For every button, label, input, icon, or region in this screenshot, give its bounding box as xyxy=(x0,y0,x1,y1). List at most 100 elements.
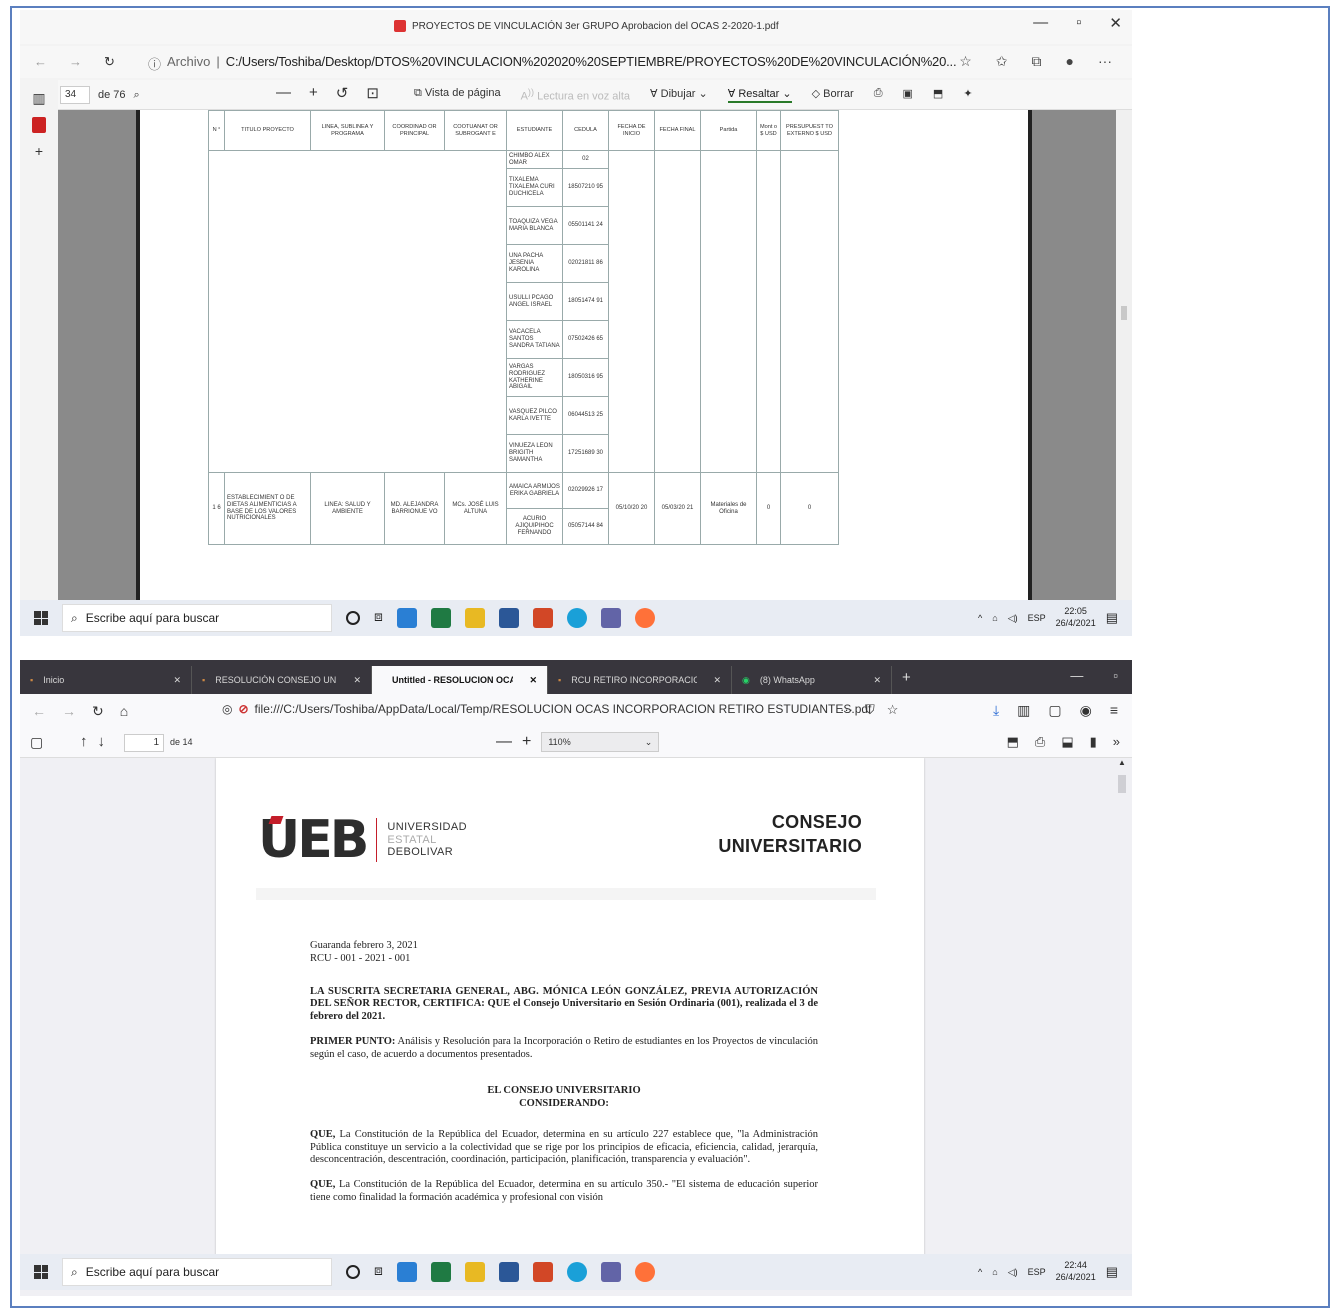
scrollbar[interactable] xyxy=(1116,110,1132,610)
clock[interactable]: 22:44 26/4/2021 xyxy=(1056,1260,1096,1283)
draw-button[interactable]: ∀ Dibujar ⌄ xyxy=(650,87,708,103)
save-icon[interactable]: ⬓ xyxy=(1061,734,1073,750)
browser-tab[interactable]: ▪ Inicio ✕ xyxy=(20,666,192,694)
new-tab-button[interactable]: + xyxy=(902,669,911,686)
more-icon[interactable]: ··· xyxy=(1098,53,1112,70)
presentation-icon[interactable]: ⬒ xyxy=(1007,734,1019,750)
favorite-icon[interactable]: ☆ xyxy=(959,53,972,70)
read-aloud-button[interactable]: A)) Lectura en voz alta xyxy=(521,87,630,103)
forward-icon[interactable]: → xyxy=(62,703,76,720)
print-icon[interactable]: ⎙ xyxy=(1035,734,1045,750)
favorites-list-icon[interactable]: ✩ xyxy=(996,53,1008,70)
maximize-button[interactable]: ▫ xyxy=(1076,14,1081,32)
mail-icon[interactable] xyxy=(396,1262,417,1282)
clock[interactable]: 22:05 26/4/2021 xyxy=(1056,606,1096,629)
collections-icon[interactable]: ⧉ xyxy=(1032,53,1042,70)
powerpoint-icon[interactable] xyxy=(532,608,553,628)
maximize-button[interactable]: ▫ xyxy=(1113,668,1118,683)
task-view-icon[interactable]: ⧈ xyxy=(374,608,383,628)
excel-icon[interactable] xyxy=(430,608,451,628)
print-icon[interactable]: ⎙ xyxy=(874,87,883,103)
sidebar-panel-icon[interactable]: ▥ xyxy=(20,90,58,107)
network-icon[interactable]: ⌂ xyxy=(992,613,997,623)
pdf-tab-icon[interactable] xyxy=(32,117,46,133)
teams-icon[interactable] xyxy=(600,608,621,628)
tools-icon[interactable]: » xyxy=(1113,734,1120,750)
browser-tab[interactable]: Untitled - RESOLUCION OCAS INC... ✕ xyxy=(372,666,548,694)
url-field[interactable]: ◎ ⊘ file:///C:/Users/Toshiba/AppData/Loc… xyxy=(222,702,871,716)
menu-icon[interactable]: ≡ xyxy=(1110,702,1118,719)
language-indicator[interactable]: ESP xyxy=(1028,1267,1046,1277)
zoom-out-icon[interactable]: — xyxy=(496,733,512,751)
add-icon[interactable]: + xyxy=(20,143,58,159)
minimize-button[interactable]: — xyxy=(1070,668,1083,683)
network-icon[interactable]: ⌂ xyxy=(992,1267,997,1277)
tray-chevron-icon[interactable]: ^ xyxy=(978,613,982,623)
zoom-in-icon[interactable]: + xyxy=(522,733,531,751)
pin-icon[interactable]: ✦ xyxy=(963,87,972,103)
notification-icon[interactable]: ▤ xyxy=(1106,610,1118,626)
browser-tab[interactable]: ▪ RESOLUCIÓN CONSEJO UNIV... ✕ xyxy=(192,666,372,694)
home-icon[interactable]: ⌂ xyxy=(120,703,128,720)
cortana-icon[interactable] xyxy=(346,611,360,625)
taskbar-search[interactable]: ⌕ Escribe aquí para buscar xyxy=(62,1258,332,1286)
cortana-icon[interactable] xyxy=(346,1265,360,1279)
back-icon[interactable]: ← xyxy=(34,54,47,70)
excel-icon[interactable] xyxy=(430,1262,451,1282)
reload-icon[interactable]: ↻ xyxy=(92,703,104,720)
url-field[interactable]: ⓘ Archivo | C:/Users/Toshiba/Desktop/DTO… xyxy=(148,54,957,73)
minimize-button[interactable]: — xyxy=(1033,14,1048,32)
file-explorer-icon[interactable] xyxy=(464,1262,485,1282)
close-tab-icon[interactable]: ✕ xyxy=(873,675,881,686)
page-view-button[interactable]: ⧉ Vista de página xyxy=(414,87,501,103)
zoom-select[interactable]: 110% ⌄ xyxy=(541,732,660,752)
edge-icon[interactable] xyxy=(566,608,587,628)
library-icon[interactable]: ▥ xyxy=(1017,702,1030,719)
file-explorer-icon[interactable] xyxy=(464,608,485,628)
windows-start-icon[interactable] xyxy=(34,1265,48,1279)
volume-icon[interactable]: ◁) xyxy=(1008,613,1018,624)
taskbar-search[interactable]: ⌕ Escribe aquí para buscar xyxy=(62,604,332,632)
word-icon[interactable] xyxy=(498,608,519,628)
insecure-lock-icon[interactable]: ⊘ xyxy=(238,702,248,716)
teams-icon[interactable] xyxy=(600,1262,621,1282)
close-tab-icon[interactable]: ✕ xyxy=(529,675,537,686)
page-actions-icon[interactable]: ··· xyxy=(840,702,853,718)
next-page-icon[interactable]: ↓ xyxy=(98,733,106,750)
fit-page-icon[interactable]: ⊡ xyxy=(366,84,379,102)
language-indicator[interactable]: ESP xyxy=(1028,613,1046,623)
scrollbar[interactable]: ▲ xyxy=(1118,758,1128,1218)
mail-icon[interactable] xyxy=(396,608,417,628)
volume-icon[interactable]: ◁) xyxy=(1008,1267,1018,1278)
close-tab-icon[interactable]: ✕ xyxy=(173,675,181,686)
downloads-icon[interactable]: ⤓ xyxy=(993,702,999,719)
browser-tab[interactable]: ▪ RCU RETIRO INCORPORACION A... ✕ xyxy=(548,666,732,694)
save-icon[interactable]: ▣ xyxy=(903,87,913,103)
rotate-icon[interactable]: ↺ xyxy=(336,84,349,102)
page-number-input[interactable]: 34 xyxy=(60,86,90,104)
close-tab-icon[interactable]: ✕ xyxy=(353,675,361,686)
windows-start-icon[interactable] xyxy=(34,611,48,625)
shield-icon[interactable]: ◎ xyxy=(222,702,232,716)
sidebar-icon[interactable]: ▢ xyxy=(1048,702,1061,719)
page-number-input[interactable]: 1 xyxy=(124,734,164,752)
bookmark-star-icon[interactable]: ☆ xyxy=(887,702,899,718)
save-as-icon[interactable]: ⬒ xyxy=(933,87,943,103)
toggle-sidebar-icon[interactable]: ▢ xyxy=(30,734,43,751)
reload-icon[interactable]: ↻ xyxy=(104,54,115,70)
pocket-icon[interactable]: ⛉ xyxy=(865,702,875,718)
edge-icon[interactable] xyxy=(566,1262,587,1282)
browser-tab[interactable]: ◉ (8) WhatsApp ✕ xyxy=(732,666,892,694)
close-button[interactable]: ✕ xyxy=(1109,14,1122,32)
notification-icon[interactable]: ▤ xyxy=(1106,1264,1118,1280)
tray-chevron-icon[interactable]: ^ xyxy=(978,1267,982,1277)
erase-button[interactable]: ◇ Borrar xyxy=(812,87,854,103)
close-tab-icon[interactable]: ✕ xyxy=(713,675,721,686)
search-icon[interactable]: ⌕ xyxy=(134,89,140,102)
task-view-icon[interactable]: ⧈ xyxy=(374,1262,383,1282)
previous-page-icon[interactable]: ↑ xyxy=(80,733,88,750)
firefox-icon[interactable] xyxy=(634,608,655,628)
forward-icon[interactable]: → xyxy=(69,54,82,70)
profile-icon[interactable]: ● xyxy=(1066,53,1074,70)
account-icon[interactable]: ◉ xyxy=(1080,702,1092,719)
